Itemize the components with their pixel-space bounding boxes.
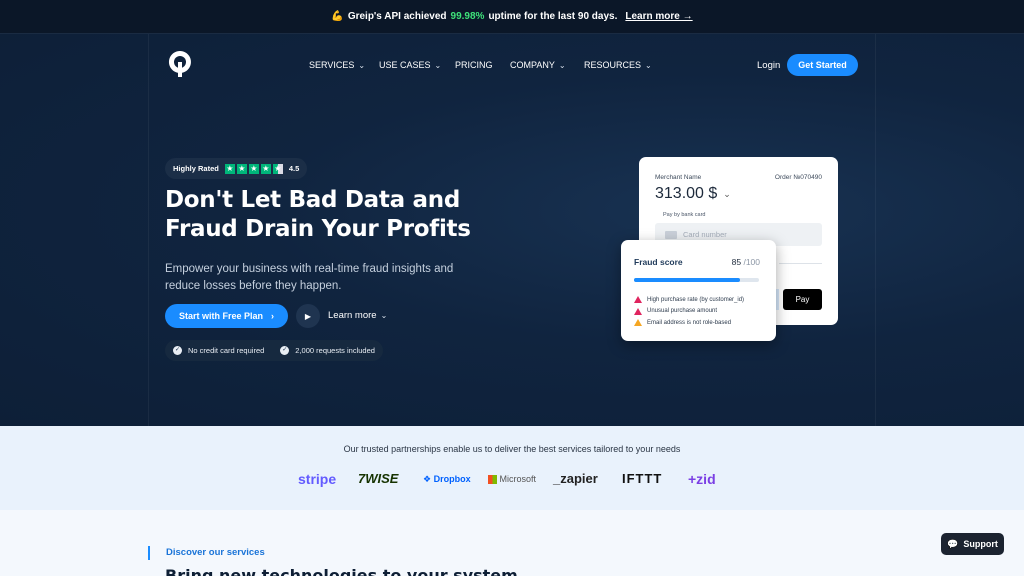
check-icon: ✓ [173, 346, 182, 355]
zid-logo: +zid [688, 471, 716, 487]
microsoft-logo: Microsoft [488, 474, 536, 485]
warning-icon [634, 319, 642, 327]
fraud-alerts: High purchase rate (by customer_id) Unus… [634, 294, 744, 329]
partners-title: Our trusted partnerships enable us to de… [343, 444, 681, 454]
hero-subtitle: Empower your business with real-time fra… [165, 263, 454, 292]
rating-badge: Highly Rated ★ ★ ★ ★ ★ 4.5 [165, 158, 308, 179]
chevron-down-icon: ⌄ [558, 60, 566, 70]
nav-use-cases[interactable]: USE CASES ⌄ [379, 60, 441, 70]
chevron-down-icon: ⌄ [434, 60, 442, 70]
services-eyebrow: Discover our services [148, 546, 265, 560]
rating-label: Highly Rated [173, 164, 219, 173]
divider [779, 263, 822, 264]
alert-item: Email address is not role-based [634, 317, 744, 329]
alert-item: Unusual purchase amount [634, 306, 744, 318]
start-free-plan-button[interactable]: Start with Free Plan › [165, 304, 288, 328]
chevron-right-icon: › [271, 311, 275, 321]
star-icon: ★ [260, 163, 271, 174]
fraud-score-fill [634, 278, 741, 282]
half-star-icon: ★ [272, 163, 283, 174]
warning-icon [634, 307, 642, 315]
hero-headline: Don't Let Bad Data and Fraud Drain Your … [165, 187, 471, 242]
amount-select[interactable]: 313.00 $ ⌄ [655, 185, 731, 203]
fraud-score-card: Fraud score 85 /100 High purchase rate (… [621, 240, 776, 341]
support-button[interactable]: 💬 Support [941, 533, 1004, 555]
muscle-icon: 💪 [331, 11, 344, 22]
announcement-bar: 💪 Greip's API achieved 99.98% uptime for… [0, 0, 1024, 34]
dropbox-logo: ❖ Dropbox [423, 474, 471, 484]
check-icon: ✓ [280, 346, 290, 355]
greip-logo-icon[interactable] [167, 50, 193, 78]
stripe-logo: stripe [298, 471, 337, 487]
star-icon: ★ [248, 163, 259, 174]
order-number: Order №070490 [774, 174, 822, 181]
ifttt-logo: IFTTT [622, 471, 663, 486]
fraud-score-bar [634, 278, 759, 282]
chevron-down-icon: ⌄ [723, 188, 731, 199]
learn-more-button[interactable]: Learn more ⌄ [328, 310, 387, 321]
nav-services[interactable]: SERVICES ⌄ [309, 60, 365, 70]
announcement-learn-more-link[interactable]: Learn more → [625, 11, 692, 22]
login-link[interactable]: Login [757, 60, 780, 71]
grid-line [148, 34, 149, 426]
alert-item: High purchase rate (by customer_id) [634, 294, 744, 306]
chat-icon: 💬 [947, 538, 959, 549]
apple-pay-button[interactable]: Pay [783, 289, 822, 310]
trustpilot-stars: ★ ★ ★ ★ ★ [224, 163, 283, 174]
get-started-button[interactable]: Get Started [787, 54, 858, 76]
uptime-value: 99.98% [450, 11, 485, 22]
warning-icon [634, 296, 642, 304]
main-nav: SERVICES ⌄ USE CASES ⌄ PRICING COMPANY ⌄ RE… [0, 44, 1024, 88]
fraud-score-value: 85 /100 [731, 257, 760, 267]
card-icon [665, 230, 677, 239]
pay-label: Pay by bank card [663, 212, 706, 218]
grid-line [875, 34, 876, 426]
play-video-button[interactable]: ▶ [296, 304, 320, 328]
star-icon: ★ [224, 163, 235, 174]
play-icon: ▶ [304, 311, 312, 321]
chevron-down-icon: ⌄ [645, 60, 652, 70]
merchant-name: Merchant Name [655, 174, 702, 181]
nav-pricing[interactable]: PRICING [455, 60, 493, 70]
wise-logo: 7WISE [358, 471, 399, 486]
rating-value: 4.5 [288, 164, 300, 173]
services-heading: Bring new technologies to your system [165, 566, 518, 576]
chevron-down-icon: ⌄ [380, 311, 388, 320]
announcement-suffix: uptime for the last 90 days. [488, 11, 618, 22]
nav-resources[interactable]: RESOURCES ⌄ [584, 60, 652, 70]
check-item: 2,000 requests included [295, 346, 375, 355]
fraud-score-title: Fraud score [634, 257, 683, 267]
partners-section: Our trusted partnerships enable us to de… [0, 426, 1024, 510]
chevron-down-icon: ⌄ [358, 60, 366, 70]
feature-checks: ✓ No credit card required ✓ 2,000 reques… [165, 340, 383, 361]
hero-section [0, 34, 1024, 426]
announcement-prefix: Greip's API achieved [347, 11, 447, 22]
zapier-logo: _zapier [553, 471, 598, 486]
nav-company[interactable]: COMPANY ⌄ [510, 60, 566, 70]
check-item: No credit card required [188, 346, 265, 355]
star-icon: ★ [236, 163, 247, 174]
